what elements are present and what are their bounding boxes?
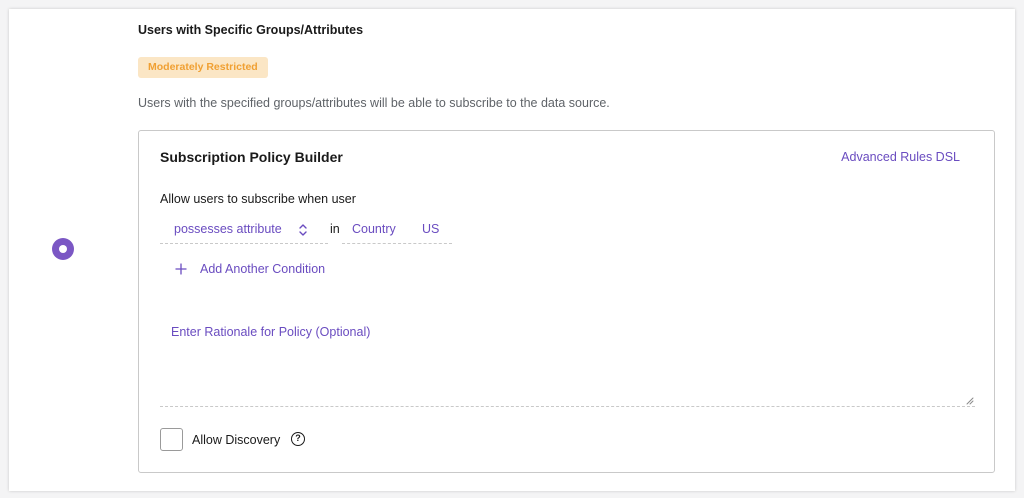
condition-value: US: [422, 222, 440, 236]
builder-title: Subscription Policy Builder: [160, 149, 343, 165]
updown-chevron-icon: [299, 224, 307, 236]
restriction-badge: Moderately Restricted: [138, 57, 268, 78]
in-label: in: [330, 222, 340, 236]
option-title: Users with Specific Groups/Attributes: [138, 23, 364, 37]
rationale-placeholder: Enter Rationale for Policy (Optional): [171, 325, 371, 339]
help-icon[interactable]: ?: [291, 432, 305, 446]
policy-builder: Subscription Policy Builder Advanced Rul…: [138, 130, 995, 473]
rationale-textarea[interactable]: Enter Rationale for Policy (Optional): [160, 312, 975, 407]
allow-users-label: Allow users to subscribe when user: [160, 192, 356, 206]
condition-key: Country: [352, 222, 396, 236]
advanced-rules-dsl-link[interactable]: Advanced Rules DSL: [841, 150, 960, 164]
radio-dot: [59, 245, 67, 253]
option-description: Users with the specified groups/attribut…: [138, 96, 610, 110]
allow-discovery-label: Allow Discovery: [192, 433, 281, 447]
allow-discovery-checkbox[interactable]: [160, 428, 183, 451]
policy-option-panel: Users with Specific Groups/Attributes Mo…: [9, 9, 1015, 491]
condition-operator-value: possesses attribute: [174, 222, 282, 236]
plus-icon: [175, 263, 187, 275]
radio-selected-icon[interactable]: [52, 238, 74, 260]
resize-handle-icon[interactable]: [966, 397, 974, 405]
condition-operator-select[interactable]: possesses attribute: [160, 215, 328, 244]
condition-value-field[interactable]: Country US: [342, 215, 452, 244]
add-condition-label: Add Another Condition: [200, 262, 326, 276]
